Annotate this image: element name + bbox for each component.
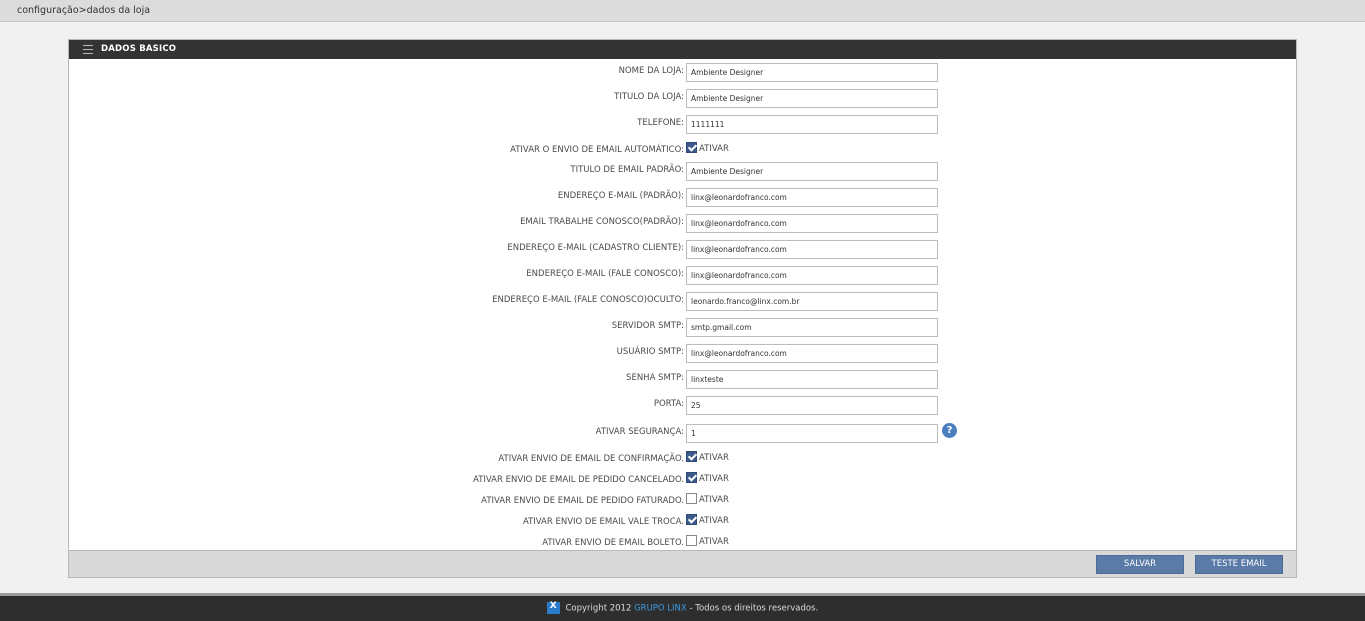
row-titulo-loja: TITULO DA LOJA: <box>69 88 1296 108</box>
row-smtp-server: SERVIDOR SMTP: <box>69 317 1296 337</box>
envio-boleto-checkbox[interactable] <box>686 535 697 546</box>
store-form: NOME DA LOJA: TITULO DA LOJA: TELEFONE: … <box>69 59 1296 550</box>
label-email-fale: ENDEREÇO E-MAIL (FALE CONOSCO): <box>526 269 684 279</box>
envio-vale-checkbox[interactable] <box>686 514 697 525</box>
seguranca-input[interactable] <box>686 424 938 443</box>
row-email-cadastro: ENDEREÇO E-MAIL (CADASTRO CLIENTE): <box>69 239 1296 259</box>
smtp-server-input[interactable] <box>686 318 938 337</box>
row-envio-auto: ATIVAR O ENVIO DE EMAIL AUTOMÁTICO: ATIV… <box>69 141 1296 161</box>
porta-input[interactable] <box>686 396 938 415</box>
breadcrumb: configuração>dados da loja <box>17 5 151 16</box>
row-smtp-user: USUÁRIO SMTP: <box>69 343 1296 363</box>
label-envio-auto: ATIVAR O ENVIO DE EMAIL AUTOMÁTICO: <box>510 145 684 155</box>
page-footer: Copyright 2012 GRUPO LINX - Todos os dir… <box>0 593 1365 621</box>
envio-faturado-option: ATIVAR <box>699 495 729 505</box>
label-email-trabalhe: EMAIL TRABALHE CONOSCO(PADRÃO): <box>520 217 684 227</box>
copyright-prefix: Copyright 2012 <box>565 603 632 614</box>
email-trabalhe-input[interactable] <box>686 214 938 233</box>
label-email-oculto: ENDEREÇO E-MAIL (FALE CONOSCO)OCULTO: <box>492 295 684 305</box>
smtp-user-input[interactable] <box>686 344 938 363</box>
row-titulo-email: TITULO DE EMAIL PADRÃO: <box>69 161 1296 181</box>
titulo-loja-input[interactable] <box>686 89 938 108</box>
telefone-input[interactable] <box>686 115 938 134</box>
panel-header: DADOS BASICO <box>69 40 1296 59</box>
label-envio-vale: ATIVAR ENVIO DE EMAIL VALE TROCA. <box>522 517 684 527</box>
settings-panel: DADOS BASICO NOME DA LOJA: TITULO DA LOJ… <box>68 39 1297 578</box>
envio-cancelado-option: ATIVAR <box>699 474 729 484</box>
row-email-oculto: ENDEREÇO E-MAIL (FALE CONOSCO)OCULTO: <box>69 291 1296 311</box>
envio-auto-checkbox[interactable] <box>686 142 697 153</box>
label-email-padrao: ENDEREÇO E-MAIL (PADRÃO): <box>557 191 684 201</box>
row-porta: PORTA: <box>69 395 1296 415</box>
brand-link[interactable]: GRUPO LINX <box>634 604 687 614</box>
email-padrao-input[interactable] <box>686 188 938 207</box>
envio-cancelado-checkbox[interactable] <box>686 472 697 483</box>
save-button[interactable]: SALVAR <box>1096 555 1184 574</box>
row-email-padrao: ENDEREÇO E-MAIL (PADRÃO): <box>69 187 1296 207</box>
linx-logo-icon <box>546 601 560 614</box>
label-envio-confirmacao: ATIVAR ENVIO DE EMAIL DE CONFIRMAÇÃO. <box>498 454 684 464</box>
row-email-trabalhe: EMAIL TRABALHE CONOSCO(PADRÃO): <box>69 213 1296 233</box>
label-email-cadastro: ENDEREÇO E-MAIL (CADASTRO CLIENTE): <box>507 243 684 253</box>
test-email-button[interactable]: TESTE EMAIL <box>1195 555 1283 574</box>
label-titulo-email: TITULO DE EMAIL PADRÃO: <box>570 165 684 175</box>
email-fale-input[interactable] <box>686 266 938 285</box>
label-envio-cancelado: ATIVAR ENVIO DE EMAIL DE PEDIDO CANCELAD… <box>473 475 684 485</box>
copyright-suffix: - Todos os direitos reservados. <box>689 603 819 614</box>
row-email-fale: ENDEREÇO E-MAIL (FALE CONOSCO): <box>69 265 1296 285</box>
label-titulo-loja: TITULO DA LOJA: <box>614 92 684 102</box>
nome-loja-input[interactable] <box>686 63 938 82</box>
label-porta: PORTA: <box>653 399 684 409</box>
label-telefone: TELEFONE: <box>637 118 684 128</box>
row-envio-vale: ATIVAR ENVIO DE EMAIL VALE TROCA. ATIVAR <box>69 513 1296 533</box>
envio-confirmacao-option: ATIVAR <box>699 453 729 463</box>
help-icon[interactable]: ? <box>942 423 957 438</box>
row-telefone: TELEFONE: <box>69 114 1296 134</box>
row-envio-confirmacao: ATIVAR ENVIO DE EMAIL DE CONFIRMAÇÃO. AT… <box>69 450 1296 470</box>
smtp-pass-input[interactable] <box>686 370 938 389</box>
label-nome-loja: NOME DA LOJA: <box>618 66 684 76</box>
label-smtp-pass: SENHA SMTP: <box>626 373 684 383</box>
panel-title: DADOS BASICO <box>101 44 177 54</box>
row-envio-cancelado: ATIVAR ENVIO DE EMAIL DE PEDIDO CANCELAD… <box>69 471 1296 491</box>
email-cadastro-input[interactable] <box>686 240 938 259</box>
email-oculto-input[interactable] <box>686 292 938 311</box>
row-nome-loja: NOME DA LOJA: <box>69 62 1296 82</box>
row-smtp-pass: SENHA SMTP: <box>69 369 1296 389</box>
envio-confirmacao-checkbox[interactable] <box>686 451 697 462</box>
label-envio-faturado: ATIVAR ENVIO DE EMAIL DE PEDIDO FATURADO… <box>481 496 684 506</box>
envio-auto-option: ATIVAR <box>699 144 729 154</box>
label-envio-boleto: ATIVAR ENVIO DE EMAIL BOLETO. <box>542 538 684 548</box>
label-smtp-server: SERVIDOR SMTP: <box>611 321 684 331</box>
envio-vale-option: ATIVAR <box>699 516 729 526</box>
menu-icon[interactable] <box>83 45 93 54</box>
label-smtp-user: USUÁRIO SMTP: <box>616 347 684 357</box>
row-envio-faturado: ATIVAR ENVIO DE EMAIL DE PEDIDO FATURADO… <box>69 492 1296 512</box>
label-seguranca: ATIVAR SEGURANÇA: <box>595 427 684 437</box>
envio-boleto-option: ATIVAR <box>699 537 729 547</box>
copyright: Copyright 2012 GRUPO LINX - Todos os dir… <box>0 601 1365 614</box>
envio-faturado-checkbox[interactable] <box>686 493 697 504</box>
panel-footer: SALVAR TESTE EMAIL <box>69 550 1296 577</box>
top-bar: configuração>dados da loja <box>0 0 1365 22</box>
titulo-email-input[interactable] <box>686 162 938 181</box>
row-seguranca: ATIVAR SEGURANÇA: ? <box>69 423 1296 443</box>
